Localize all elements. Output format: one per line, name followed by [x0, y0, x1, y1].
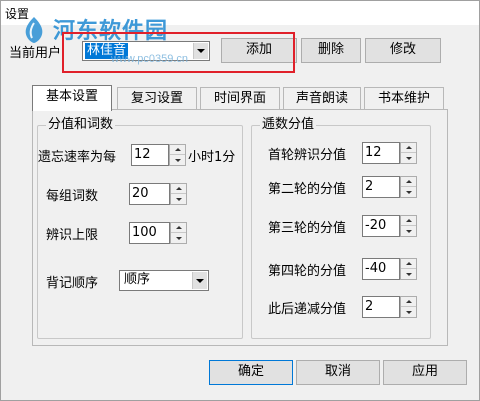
words-per-group-input[interactable]: 20	[129, 183, 170, 205]
edit-user-button[interactable]: 修改	[365, 38, 441, 63]
round1-score-spinner[interactable]	[400, 142, 417, 164]
title-bar: 设置	[1, 1, 479, 25]
forget-rate-unit: 小时1分	[188, 150, 236, 165]
round3-score-spinner[interactable]	[400, 215, 417, 237]
spin-down-icon[interactable]	[401, 153, 416, 163]
spin-down-icon[interactable]	[401, 307, 416, 317]
round2-score-input[interactable]: 2	[362, 176, 400, 198]
spin-up-icon[interactable]	[401, 216, 416, 226]
add-user-button[interactable]: 添加	[221, 38, 297, 63]
recognize-limit-input[interactable]: 100	[129, 222, 170, 244]
spin-up-icon[interactable]	[170, 145, 185, 155]
tab-panel-basic-settings: 分值和词数 遗忘速率为每 12 小时1分 每组词数 20 辨识上限 100 背记…	[32, 109, 448, 346]
chevron-down-icon[interactable]	[192, 272, 207, 289]
score-and-words-group: 分值和词数 遗忘速率为每 12 小时1分 每组词数 20 辨识上限 100 背记…	[37, 117, 243, 339]
spin-down-icon[interactable]	[171, 194, 186, 204]
tab-basic-settings[interactable]: 基本设置	[32, 85, 112, 111]
ok-button[interactable]: 确定	[209, 360, 293, 385]
spin-down-icon[interactable]	[401, 187, 416, 197]
words-per-group-label: 每组词数	[46, 189, 99, 204]
current-user-value: 林佳音	[85, 43, 129, 59]
decrement-score-group: 逓数分值 首轮辨识分值 12 第二轮的分值 2 第三轮的分值 -20 第四轮的分…	[251, 117, 431, 339]
delete-user-button[interactable]: 删除	[301, 38, 361, 63]
forget-rate-spinner[interactable]	[169, 144, 186, 166]
spin-up-icon[interactable]	[171, 184, 186, 194]
tab-voice-reading[interactable]: 声音朗读	[283, 87, 361, 109]
round2-score-spinner[interactable]	[400, 176, 417, 198]
current-user-label: 当前用户	[9, 46, 62, 61]
spin-down-icon[interactable]	[170, 155, 185, 165]
settings-window: 设置 当前用户 林佳音 添加 删除 修改 河东软件园 www.pc0359.cn…	[0, 0, 480, 401]
memorize-order-select[interactable]: 顺序	[119, 270, 209, 291]
subsequent-decrement-spinner[interactable]	[400, 296, 417, 318]
memorize-order-label: 背记顺序	[46, 276, 99, 291]
forget-rate-input[interactable]: 12	[131, 144, 169, 166]
spin-down-icon[interactable]	[171, 233, 186, 243]
spin-up-icon[interactable]	[401, 297, 416, 307]
group-title: 逓数分值	[260, 117, 317, 133]
spin-up-icon[interactable]	[401, 177, 416, 187]
round4-score-label: 第四轮的分值	[268, 264, 347, 279]
round3-score-input[interactable]: -20	[362, 215, 400, 237]
memorize-order-value: 顺序	[124, 272, 151, 287]
spin-down-icon[interactable]	[401, 226, 416, 236]
tab-review-settings[interactable]: 复习设置	[117, 87, 197, 109]
cancel-button[interactable]: 取消	[296, 360, 380, 385]
tab-time-interface[interactable]: 时间界面	[200, 87, 280, 109]
words-per-group-spinner[interactable]	[170, 183, 187, 205]
current-user-select[interactable]: 林佳音	[82, 41, 210, 61]
subsequent-decrement-input[interactable]: 2	[362, 296, 400, 318]
round4-score-input[interactable]: -40	[362, 258, 400, 280]
forget-rate-label: 遗忘速率为每	[38, 150, 117, 165]
spin-up-icon[interactable]	[171, 223, 186, 233]
recognize-limit-label: 辨识上限	[46, 228, 99, 243]
recognize-limit-spinner[interactable]	[170, 222, 187, 244]
spin-up-icon[interactable]	[401, 259, 416, 269]
round1-score-label: 首轮辨识分值	[268, 148, 347, 163]
chevron-down-icon[interactable]	[193, 43, 208, 59]
round4-score-spinner[interactable]	[400, 258, 417, 280]
round1-score-input[interactable]: 12	[362, 142, 400, 164]
group-title: 分值和词数	[46, 117, 116, 133]
window-title: 设置	[5, 7, 30, 21]
tab-book-maintenance[interactable]: 书本维护	[364, 87, 444, 109]
spin-up-icon[interactable]	[401, 143, 416, 153]
subsequent-decrement-label: 此后递减分值	[268, 302, 347, 317]
spin-down-icon[interactable]	[401, 269, 416, 279]
apply-button[interactable]: 应用	[383, 360, 467, 385]
round2-score-label: 第二轮的分值	[268, 182, 347, 197]
round3-score-label: 第三轮的分值	[268, 221, 347, 236]
